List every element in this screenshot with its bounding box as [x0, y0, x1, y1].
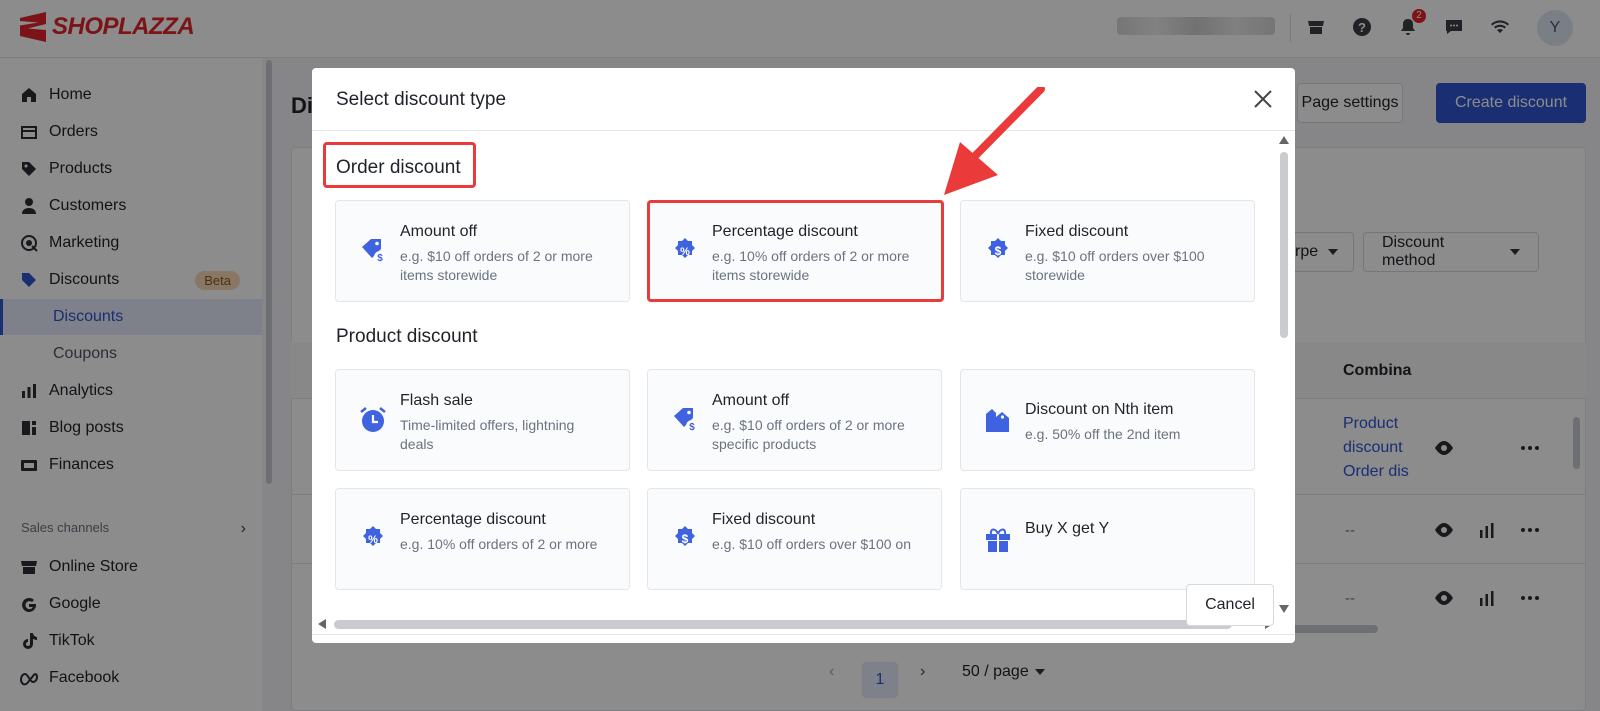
svg-text:$: $	[689, 422, 695, 433]
gift-icon	[986, 528, 1010, 552]
modal-vertical-scrollbar[interactable]	[1280, 152, 1288, 338]
bags-icon	[986, 409, 1009, 432]
discount-card-product-percentage[interactable]: % Percentage discount e.g. 10% off order…	[335, 488, 630, 590]
percent-badge-icon: %	[363, 526, 383, 546]
card-desc: e.g. $10 off orders over $100 on	[712, 536, 911, 552]
discount-card-product-fixed[interactable]: $ Fixed discount e.g. $10 off orders ove…	[647, 488, 942, 590]
svg-text:$: $	[995, 244, 1002, 258]
card-desc: e.g. 10% off orders of 2 or more	[400, 536, 598, 552]
select-discount-type-modal: Select discount type Order discount $ Am…	[312, 68, 1295, 643]
card-desc: Time-limited offers, lightning deals	[400, 417, 575, 452]
cancel-button[interactable]: Cancel	[1186, 584, 1274, 626]
modal-title: Select discount type	[336, 89, 507, 110]
highlight-percentage-discount	[647, 200, 944, 302]
dollar-badge-icon: $	[988, 238, 1008, 258]
tag-dollar-icon: $	[362, 239, 386, 264]
modal-body: Order discount $ Amount off e.g. $10 off…	[312, 132, 1295, 617]
card-title: Discount on Nth item	[1025, 401, 1174, 418]
scroll-up-icon[interactable]	[1279, 136, 1289, 144]
card-title: Amount off	[400, 223, 478, 240]
annotation-arrow-icon	[944, 87, 1045, 195]
highlight-order-discount	[323, 142, 476, 188]
section-title-product-discount: Product discount	[336, 326, 478, 347]
modal-footer-divider	[312, 634, 1295, 635]
card-desc: e.g. $10 off orders of 2 or more items s…	[400, 248, 593, 283]
scroll-down-icon[interactable]	[1279, 605, 1289, 613]
scroll-left-icon[interactable]	[318, 619, 326, 629]
card-desc: e.g. $10 off orders of 2 or more specifi…	[712, 417, 905, 452]
discount-card-nth-item[interactable]: Discount on Nth item e.g. 50% off the 2n…	[960, 369, 1255, 471]
close-icon[interactable]	[1252, 88, 1274, 110]
svg-text:%: %	[368, 534, 378, 546]
discount-card-order-amount-off[interactable]: $ Amount off e.g. $10 off orders of 2 or…	[335, 200, 630, 302]
card-desc: e.g. $10 off orders over $100 storewide	[1025, 248, 1205, 283]
discount-card-flash-sale[interactable]: Flash sale Time-limited offers, lightnin…	[335, 369, 630, 471]
card-title: Fixed discount	[1025, 223, 1129, 240]
card-title: Fixed discount	[712, 511, 816, 528]
card-title: Flash sale	[400, 392, 473, 409]
discount-card-buy-x-get-y[interactable]: Buy X get Y	[960, 488, 1255, 590]
modal-horizontal-scrollbar[interactable]	[334, 620, 1232, 629]
tag-dollar-icon: $	[674, 408, 698, 433]
dollar-badge-icon: $	[675, 526, 695, 546]
discount-card-order-fixed[interactable]: $ Fixed discount e.g. $10 off orders ove…	[960, 200, 1255, 302]
svg-text:$: $	[682, 532, 689, 546]
modal-header: Select discount type	[312, 68, 1295, 131]
discount-card-product-amount-off[interactable]: $ Amount off e.g. $10 off orders of 2 or…	[647, 369, 942, 471]
alarm-clock-icon	[360, 407, 386, 432]
card-title: Amount off	[712, 392, 790, 409]
card-title: Buy X get Y	[1025, 520, 1110, 537]
card-desc: e.g. 50% off the 2nd item	[1025, 426, 1181, 442]
svg-text:$: $	[377, 253, 383, 264]
card-title: Percentage discount	[400, 511, 546, 528]
